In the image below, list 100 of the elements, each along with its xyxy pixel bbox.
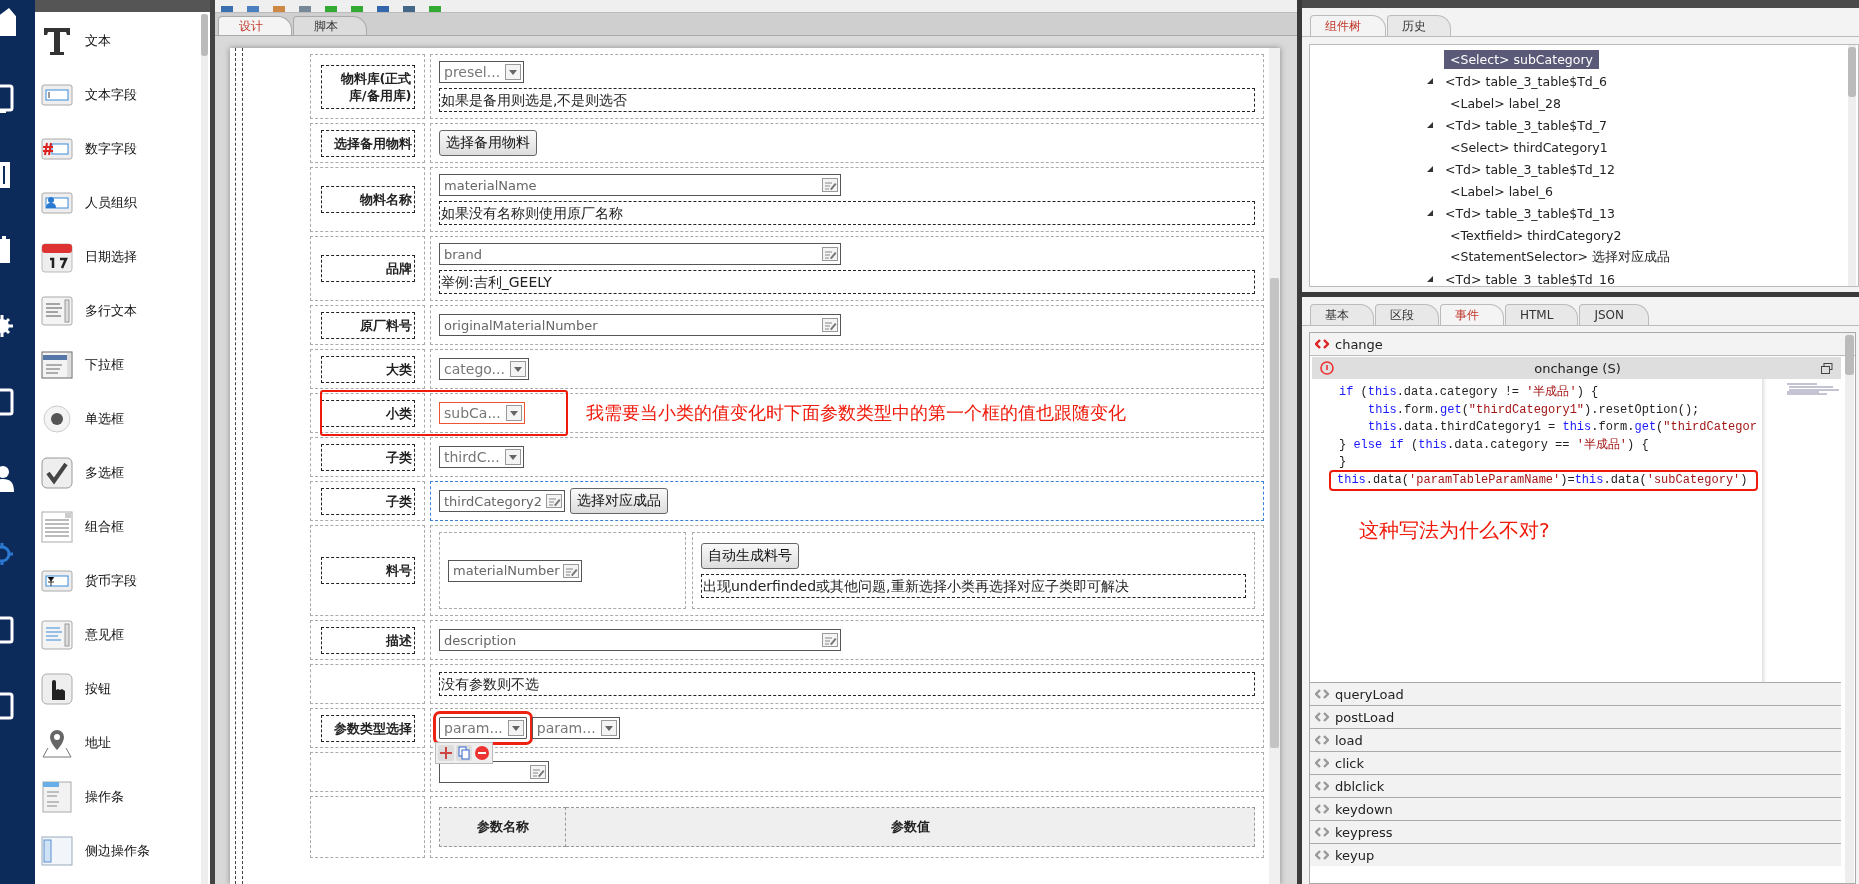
tab[interactable]: 基本 bbox=[1310, 304, 1374, 325]
tree-item[interactable]: <Textfield> thirdCategory2 bbox=[1444, 225, 1628, 245]
event-name[interactable]: postLoad bbox=[1335, 709, 1395, 725]
info-icon bbox=[1320, 361, 1334, 375]
tree-item[interactable]: <Td> table_3_table$Td_6 bbox=[1439, 71, 1613, 91]
field-label: 描述 bbox=[320, 626, 415, 654]
tab[interactable]: HTML bbox=[1505, 304, 1579, 325]
tree-item[interactable]: <Td> table_3_table$Td_13 bbox=[1439, 203, 1621, 223]
tab[interactable]: 区段 bbox=[1375, 304, 1439, 325]
select-field[interactable]: thirdC... bbox=[439, 446, 524, 468]
palette-item-label[interactable]: 日期选择 bbox=[85, 247, 137, 266]
palette-item-label[interactable]: 组合框 bbox=[85, 517, 124, 536]
text-field[interactable]: thirdCategory2 bbox=[439, 490, 565, 512]
handler-title: onchange (S) bbox=[1534, 360, 1621, 376]
tab[interactable]: 事件 bbox=[1440, 304, 1504, 325]
tree-item[interactable]: <Label> label_6 bbox=[1444, 181, 1560, 201]
palette-item-label[interactable]: 多选框 bbox=[85, 463, 124, 482]
field-label: 参数类型选择 bbox=[320, 714, 415, 742]
field-label: 大类 bbox=[320, 355, 415, 383]
tablet-icon[interactable] bbox=[0, 692, 16, 722]
code-brackets-icon bbox=[1315, 339, 1329, 349]
code-brackets-icon bbox=[1315, 735, 1329, 745]
home-icon[interactable] bbox=[0, 8, 16, 38]
palette-item-label[interactable]: 人员组织 bbox=[85, 193, 137, 212]
tab[interactable]: 脚本 bbox=[293, 16, 367, 35]
code-brackets-icon bbox=[1315, 781, 1329, 791]
code-brackets-icon bbox=[1315, 689, 1329, 699]
expanded-arrow-icon[interactable] bbox=[1426, 275, 1434, 283]
tree-item[interactable]: <StatementSelector> 选择对应成品 bbox=[1444, 246, 1677, 268]
palette-item-label[interactable]: 下拉框 bbox=[85, 355, 124, 374]
delete-icon[interactable] bbox=[474, 745, 490, 761]
text-field[interactable] bbox=[439, 761, 549, 783]
edit-icon bbox=[563, 563, 580, 578]
field-label: 料号 bbox=[320, 557, 415, 584]
button[interactable]: 选择对应成品 bbox=[570, 488, 668, 514]
hint-text: 如果是备用则选是,不是则选否 bbox=[439, 88, 1255, 112]
tab[interactable]: 设计 bbox=[218, 16, 292, 35]
palette-item-label[interactable]: 数字字段 bbox=[85, 139, 137, 158]
palette-item-label[interactable]: 按钮 bbox=[85, 679, 111, 698]
tree-item[interactable]: <Select> subCategory bbox=[1444, 49, 1599, 69]
text-field[interactable]: originalMaterialNumber bbox=[439, 314, 841, 336]
tree-item[interactable]: <Td> table_3_table$Td_12 bbox=[1439, 159, 1621, 179]
code-brackets-icon bbox=[1315, 712, 1329, 722]
select-field[interactable]: presel... bbox=[439, 61, 525, 83]
tablet-icon[interactable] bbox=[0, 388, 16, 418]
select-field[interactable]: param... bbox=[531, 717, 620, 739]
button[interactable]: 自动生成料号 bbox=[701, 543, 799, 569]
list-box-icon bbox=[40, 509, 74, 544]
hand-pointer-icon bbox=[40, 671, 74, 706]
tab[interactable]: JSON bbox=[1579, 304, 1649, 325]
expanded-arrow-icon[interactable] bbox=[1426, 209, 1434, 217]
button[interactable]: 选择备用物料 bbox=[439, 130, 537, 156]
event-name[interactable]: queryLoad bbox=[1335, 686, 1404, 702]
text-field[interactable]: description bbox=[439, 629, 841, 651]
palette-item-label[interactable]: 侧边操作条 bbox=[85, 841, 150, 860]
tablet-icon[interactable] bbox=[0, 616, 16, 646]
event-name[interactable]: click bbox=[1335, 755, 1365, 771]
edit-icon bbox=[822, 318, 838, 332]
tab[interactable]: 组件树 bbox=[1310, 15, 1386, 36]
palette-item-label[interactable]: 意见框 bbox=[85, 625, 124, 644]
code-line: this.form.get("thirdCategory1").resetOption(); bbox=[1367, 401, 1701, 419]
event-name[interactable]: keyup bbox=[1335, 847, 1375, 863]
expanded-arrow-icon[interactable] bbox=[1426, 121, 1434, 129]
code-brackets-icon bbox=[1315, 758, 1329, 768]
text-field[interactable]: materialNumber bbox=[448, 559, 583, 582]
event-name[interactable]: keypress bbox=[1335, 824, 1393, 840]
edit-icon bbox=[822, 178, 838, 192]
expanded-arrow-icon[interactable] bbox=[1426, 77, 1434, 85]
expanded-arrow-icon[interactable] bbox=[1426, 165, 1434, 173]
event-name[interactable]: change bbox=[1335, 336, 1383, 352]
field-label: 物料名称 bbox=[320, 186, 415, 213]
tree-item[interactable]: <Select> thirdCategory1 bbox=[1444, 137, 1614, 157]
column-header: 参数值 bbox=[565, 807, 1255, 847]
palette-item-label[interactable]: 单选框 bbox=[85, 409, 124, 428]
palette-item-label[interactable]: 货币字段 bbox=[85, 571, 137, 590]
palette-item-label[interactable]: 地址 bbox=[85, 733, 111, 752]
event-name[interactable]: load bbox=[1335, 732, 1363, 748]
tree-item[interactable]: <Label> label_28 bbox=[1444, 93, 1568, 113]
restore-window-icon[interactable] bbox=[1821, 362, 1833, 374]
event-name[interactable]: dblclick bbox=[1335, 778, 1385, 794]
select-field[interactable]: catego... bbox=[439, 358, 529, 380]
event-name[interactable]: keydown bbox=[1335, 801, 1393, 817]
palette-item-label[interactable]: 多行文本 bbox=[85, 301, 137, 320]
copy-icon[interactable] bbox=[456, 745, 472, 761]
select-field[interactable]: subCa... bbox=[439, 402, 525, 424]
tree-item[interactable]: <Td> table_3_table$Td_16 bbox=[1439, 269, 1621, 286]
text-field[interactable]: brand bbox=[439, 243, 841, 265]
palette-item-label[interactable]: 操作条 bbox=[85, 787, 124, 806]
palette-item-label[interactable]: 文本 bbox=[85, 31, 111, 50]
text-field[interactable]: materialName bbox=[439, 174, 841, 196]
tablet-icon[interactable] bbox=[0, 84, 16, 114]
annotation-text: 我需要当小类的值变化时下面参数类型中的第一个框的值也跟随变化 bbox=[585, 401, 1126, 425]
field-label: 物料库(正式库/备用库) bbox=[320, 64, 415, 109]
edit-icon bbox=[530, 765, 546, 779]
palette-item-label[interactable]: 文本字段 bbox=[85, 85, 137, 104]
move-icon[interactable] bbox=[438, 745, 454, 761]
tab[interactable]: 历史 bbox=[1387, 15, 1451, 36]
tree-item[interactable]: <Td> table_3_table$Td_7 bbox=[1439, 115, 1613, 135]
comment-box-icon bbox=[40, 617, 74, 652]
user-icon[interactable] bbox=[0, 464, 16, 494]
